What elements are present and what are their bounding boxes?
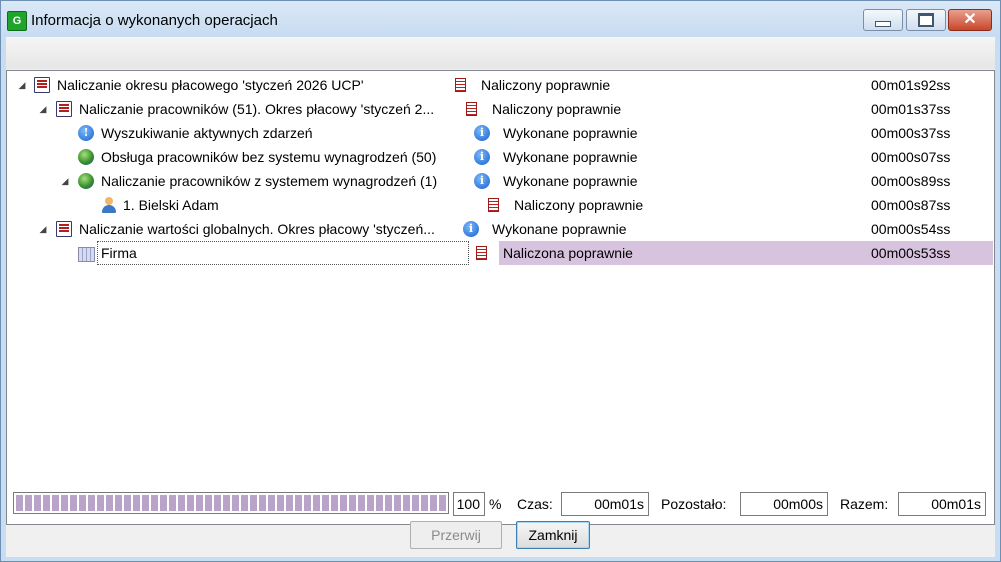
row-name: Naliczanie pracowników z systemem wynagr… [101,173,438,189]
info-icon: i [474,149,490,165]
row-time: 00m00s53ss [871,245,951,261]
row-status: Wykonane poprawnie [503,125,638,141]
row-time: 00m00s87ss [871,197,951,213]
row-time: 00m00s37ss [871,125,951,141]
minimize-icon [875,21,891,27]
close-button[interactable]: ✕ [948,9,992,31]
tree-row[interactable]: ◢ Naliczanie pracowników z systemem wyna… [7,169,994,193]
footer: 100 % Czas: 00m01s Pozostało: 00m00s Raz… [6,492,995,557]
info-icon: i [474,173,490,189]
row-name: Naliczanie okresu płacowego 'styczeń 202… [57,77,364,93]
document-icon [56,221,72,237]
row-time: 00m01s37ss [871,101,951,117]
progress-fill [16,495,446,511]
tree-row[interactable]: Obsługa pracowników bez systemu wynagrod… [7,145,994,169]
row-status: Wykonane poprawnie [503,149,638,165]
maximize-icon [918,13,934,27]
row-name: Naliczanie pracowników (51). Okres płaco… [79,101,435,117]
czas-field: 00m01s [561,492,649,516]
row-name: Wyszukiwanie aktywnych zdarzeń [101,125,313,141]
info-icon: i [474,125,490,141]
razem-field: 00m01s [898,492,986,516]
percent-label: % [489,496,502,512]
info-circle-icon: ! [78,125,94,141]
row-name: Obsługa pracowników bez systemu wynagrod… [101,149,437,165]
row-time: 00m00s89ss [871,173,951,189]
pozostalo-label: Pozostało: [661,496,727,512]
window-title: Informacja o wykonanych operacjach [31,12,278,29]
calc-status-icon [488,198,499,212]
progress-value-field: 100 [453,492,485,516]
row-time: 00m01s92ss [871,77,951,93]
document-icon [34,77,50,93]
operations-tree[interactable]: ◢ Naliczanie okresu płacowego 'styczeń 2… [6,70,995,525]
row-name: Firma [97,241,469,265]
tree-row[interactable]: ◢ Naliczanie wartości globalnych. Okres … [7,217,994,241]
row-status: Wykonane poprawnie [503,173,638,189]
client-area: ◢ Naliczanie okresu płacowego 'styczeń 2… [6,37,995,557]
przerwij-label: Przerwij [431,527,481,543]
toolbar [6,37,995,69]
row-time: 00m00s54ss [871,221,951,237]
row-time: 00m00s07ss [871,149,951,165]
row-status: Naliczony poprawnie [514,197,644,213]
document-icon [56,101,72,117]
app-icon: G [7,11,27,31]
tree-row[interactable]: ◢ Naliczanie pracowników (51). Okres pła… [7,97,994,121]
row-name: Naliczanie wartości globalnych. Okres pł… [79,221,435,237]
collapse-arrow-icon[interactable]: ◢ [17,73,27,97]
title-bar[interactable]: G Informacja o wykonanych operacjach ✕ [1,1,1000,37]
row-status: Wykonane poprawnie [492,221,627,237]
tree-row-selected[interactable]: Firma Naliczona poprawnie 00m00s53ss [7,241,994,265]
info-icon: i [463,221,479,237]
row-name: 1. Bielski Adam [123,197,219,213]
globe-icon [78,149,94,165]
collapse-arrow-icon[interactable]: ◢ [38,217,48,241]
row-status: Naliczony poprawnie [481,77,611,93]
tree-row[interactable]: ! Wyszukiwanie aktywnych zdarzeń i Wykon… [7,121,994,145]
row-status: Naliczony poprawnie [492,101,622,117]
progress-bar [13,492,449,514]
razem-label: Razem: [840,496,889,512]
maximize-button[interactable] [906,9,946,31]
pozostalo-field: 00m00s [740,492,828,516]
calc-status-icon [455,78,466,92]
dialog-window: G Informacja o wykonanych operacjach ✕ ◢… [0,0,1001,562]
zamknij-button[interactable]: Zamknij [516,521,590,549]
user-icon [102,197,116,213]
collapse-arrow-icon[interactable]: ◢ [38,97,48,121]
collapse-arrow-icon[interactable]: ◢ [60,169,70,193]
tree-row[interactable]: 1. Bielski Adam Naliczony poprawnie 00m0… [7,193,994,217]
czas-label: Czas: [517,496,553,512]
calc-status-icon [476,246,487,260]
row-status: Naliczona poprawnie [503,245,633,261]
close-icon: ✕ [963,11,977,28]
globe-icon [78,173,94,189]
building-icon [78,247,95,262]
calc-status-icon [466,102,477,116]
zamknij-label: Zamknij [528,527,578,543]
przerwij-button[interactable]: Przerwij [410,521,502,549]
tree-row[interactable]: ◢ Naliczanie okresu płacowego 'styczeń 2… [7,73,994,97]
minimize-button[interactable] [863,9,903,31]
